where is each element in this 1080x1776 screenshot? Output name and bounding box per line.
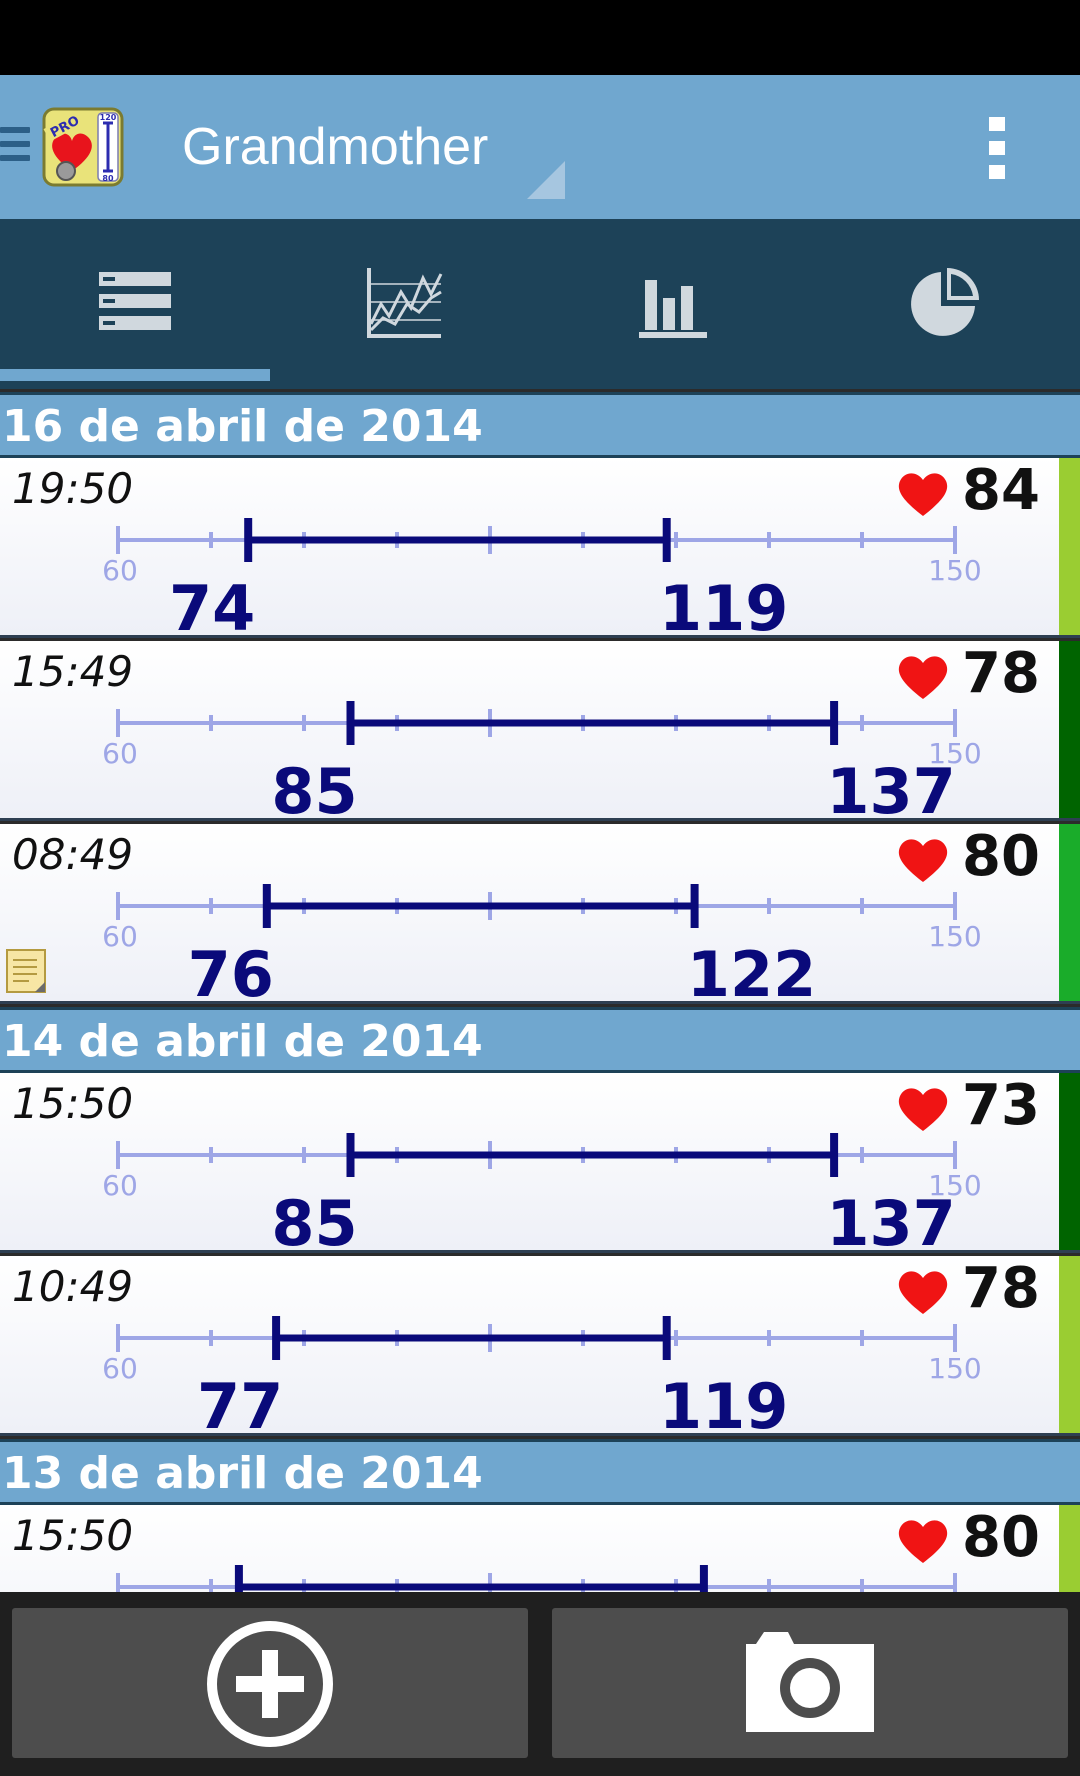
drawer-icon[interactable]: [0, 127, 30, 167]
status-color-bar: [1059, 1073, 1080, 1250]
day-header-date: 16 de abril de 2014: [2, 401, 483, 452]
app-logo-icon[interactable]: 120 80 PRO: [42, 105, 126, 189]
heart-icon: [898, 1520, 948, 1563]
diastolic-value: 77: [197, 1370, 283, 1436]
scale-min-label: 60: [102, 1169, 138, 1202]
logo-bottom-label: 80: [102, 174, 114, 183]
scale-min-label: 60: [102, 554, 138, 587]
status-color-bar: [1059, 1256, 1080, 1433]
tab-pie-chart[interactable]: [810, 219, 1080, 389]
day-header: 16 de abril de 2014: [0, 392, 1080, 458]
spinner-triangle-icon: [527, 161, 565, 199]
pulse-value: 84: [962, 458, 1040, 523]
diastolic-value: 85: [271, 755, 357, 821]
heart-icon: [898, 473, 948, 516]
heart-icon: [898, 656, 948, 699]
action-bar: 120 80 PRO Grandmother: [0, 75, 1080, 219]
status-color-bar: [1059, 641, 1080, 818]
day-header: 14 de abril de 2014: [0, 1007, 1080, 1073]
measurement-row[interactable]: 15:50 60 150 85 137 73: [0, 1073, 1080, 1253]
line-chart-icon: [367, 268, 443, 338]
scale-max-label: 150: [928, 554, 981, 587]
profile-title: Grandmother: [182, 118, 489, 176]
add-circle-icon: [207, 1621, 333, 1747]
diastolic-value: 74: [169, 572, 255, 638]
status-color-bar: [1059, 1505, 1080, 1592]
note-icon[interactable]: [5, 948, 49, 994]
status-bar: [0, 0, 1080, 75]
scale-min-label: 60: [102, 920, 138, 953]
bar-chart-icon: [639, 280, 707, 338]
heart-icon: [898, 1088, 948, 1131]
measurement-row[interactable]: 15:49 60 150 85 137 78: [0, 641, 1080, 821]
systolic-value: 119: [659, 1370, 788, 1436]
measurement-row[interactable]: 15:50601507312380: [0, 1505, 1080, 1592]
pulse-value: 78: [962, 1256, 1040, 1321]
status-color-bar: [1059, 458, 1080, 635]
status-color-bar: [1059, 824, 1080, 1001]
heart-icon: [898, 1271, 948, 1314]
tab-line-chart[interactable]: [270, 219, 540, 389]
tab-bar: [0, 219, 1080, 389]
pie-chart-icon: [911, 268, 979, 336]
diastolic-value: 76: [188, 938, 274, 1004]
measurement-list[interactable]: 16 de abril de 2014 19:50 60 150 74 119 84 15:4…: [0, 389, 1080, 1592]
systolic-value: 119: [659, 572, 788, 638]
camera-button[interactable]: [552, 1608, 1068, 1758]
measurement-row[interactable]: 10:49 60 150 77 119 78: [0, 1256, 1080, 1436]
scale-min-label: 60: [102, 737, 138, 770]
pulse-value: 80: [962, 824, 1040, 889]
pulse-value: 73: [962, 1073, 1040, 1138]
tab-list[interactable]: [0, 219, 270, 389]
pulse-value: 78: [962, 641, 1040, 706]
scale-max-label: 150: [928, 1352, 981, 1385]
camera-icon: [746, 1632, 874, 1732]
measurement-row[interactable]: 08:49 60 150 76 122 80: [0, 824, 1080, 1004]
day-header-date: 13 de abril de 2014: [2, 1448, 483, 1499]
overflow-menu-icon[interactable]: [982, 117, 1012, 179]
bottom-action-bar: [0, 1592, 1080, 1776]
heart-icon: [898, 839, 948, 882]
scale-min-label: 60: [102, 1352, 138, 1385]
systolic-value: 122: [687, 938, 816, 1004]
systolic-value: 137: [826, 1187, 955, 1253]
list-icon: [99, 272, 171, 330]
logo-top-label: 120: [100, 113, 117, 122]
measurement-row[interactable]: 19:50 60 150 74 119 84: [0, 458, 1080, 638]
day-header: 13 de abril de 2014: [0, 1439, 1080, 1505]
day-header-date: 14 de abril de 2014: [2, 1016, 483, 1067]
diastolic-value: 85: [271, 1187, 357, 1253]
tab-selected-indicator: [0, 369, 270, 381]
add-measurement-button[interactable]: [12, 1608, 528, 1758]
scale-max-label: 150: [928, 920, 981, 953]
pulse-value: 80: [962, 1505, 1040, 1570]
systolic-value: 137: [826, 755, 955, 821]
profile-spinner[interactable]: Grandmother: [182, 115, 565, 199]
tab-bar-chart[interactable]: [540, 219, 810, 389]
